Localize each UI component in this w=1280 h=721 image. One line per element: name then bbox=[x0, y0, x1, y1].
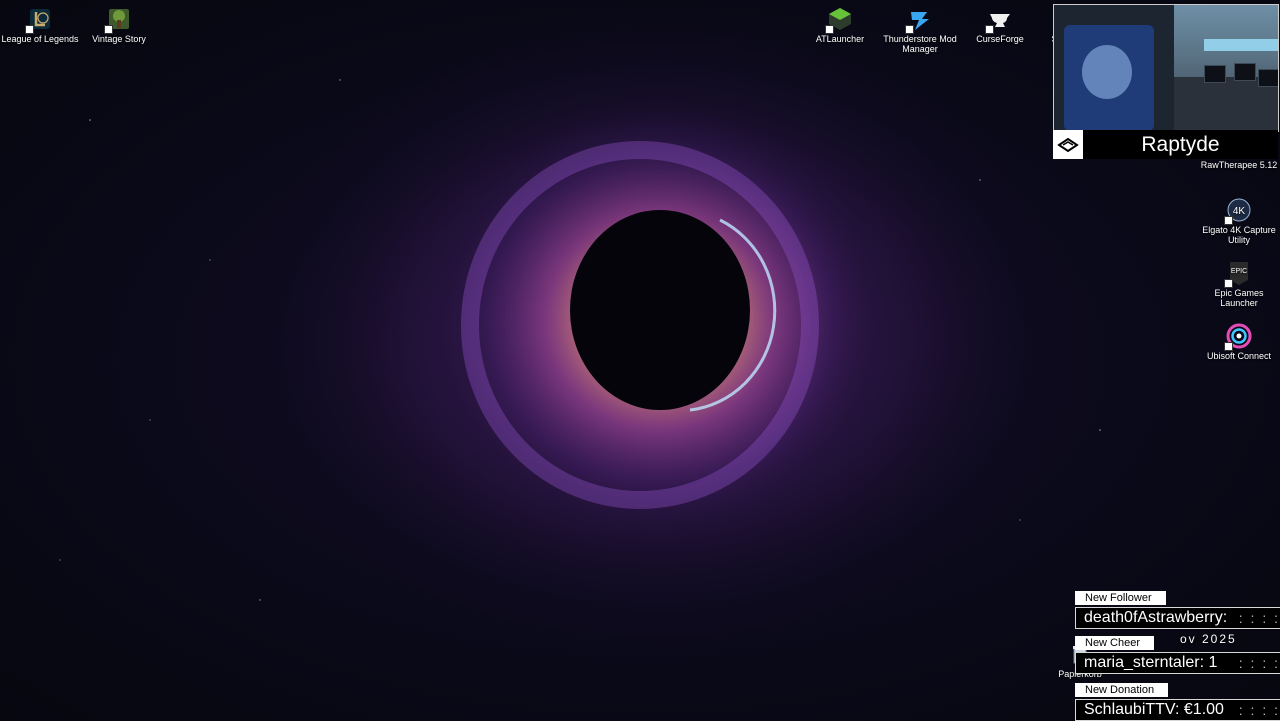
alert-box: death0fAstrawberry: : : : : bbox=[1075, 607, 1280, 629]
alert-new-donation: New Donation SchlaubiTTV: €1.00 : : : : bbox=[1075, 680, 1280, 721]
svg-text:EPIC: EPIC bbox=[1231, 268, 1247, 275]
streamer-logo-icon bbox=[1053, 130, 1083, 159]
desktop-icon-thunderstore[interactable]: Thunderstore Mod Manager bbox=[880, 2, 960, 54]
desktop-icon-league-of-legends[interactable]: League of Legends bbox=[0, 2, 80, 44]
icon-label: CurseForge bbox=[976, 34, 1024, 44]
desktop-icon-elgato-4k[interactable]: 4K Elgato 4K Capture Utility bbox=[1199, 193, 1279, 245]
epic-games-icon: EPIC bbox=[1224, 260, 1252, 288]
alert-box: maria_sterntaler: 1 : : : : bbox=[1075, 652, 1280, 674]
icon-label: RawTherapee 5.12 bbox=[1200, 160, 1278, 170]
desktop-icon-atlauncher[interactable]: ATLauncher bbox=[800, 2, 880, 44]
alert-text: maria_sterntaler: 1 bbox=[1084, 654, 1218, 671]
alert-box: SchlaubiTTV: €1.00 : : : : bbox=[1075, 699, 1280, 721]
alert-tag: New Donation bbox=[1075, 683, 1169, 697]
icon-label: Epic Games Launcher bbox=[1214, 288, 1264, 308]
vintage-story-icon bbox=[104, 6, 132, 34]
icon-label: Vintage Story bbox=[92, 34, 146, 44]
streamer-nameplate: Raptyde bbox=[1053, 130, 1278, 159]
alert-dots: : : : : bbox=[1238, 610, 1280, 626]
icon-label: Thunderstore Mod Manager bbox=[883, 34, 957, 54]
streamer-name: Raptyde bbox=[1141, 132, 1220, 156]
icon-label: ATLauncher bbox=[815, 34, 865, 44]
thunderstore-icon bbox=[905, 6, 933, 34]
ubisoft-connect-icon bbox=[1224, 323, 1252, 351]
icon-label: Ubisoft Connect bbox=[1206, 351, 1272, 361]
alert-text: death0fAstrawberry: bbox=[1084, 609, 1228, 626]
curseforge-icon bbox=[985, 6, 1013, 34]
alert-dots: : : : : bbox=[1238, 655, 1280, 671]
desktop-icon-vintage-story[interactable]: Vintage Story bbox=[79, 2, 159, 44]
icon-label: League of Legends bbox=[1, 34, 79, 44]
desktop-icon-rawtherapee[interactable]: RawTherapee 5.12 bbox=[1199, 160, 1279, 170]
alert-tag: New Follower bbox=[1075, 591, 1166, 605]
alert-new-cheer: New Cheer maria_sterntaler: 1 : : : : bbox=[1075, 633, 1280, 674]
desktop[interactable]: League of Legends Vintage Story ATLaunch… bbox=[0, 0, 1280, 721]
webcam-feed bbox=[1053, 4, 1279, 132]
icon-label: Elgato 4K Capture Utility bbox=[1202, 225, 1276, 245]
alert-tag: New Cheer bbox=[1075, 636, 1155, 650]
desktop-icon-ubisoft-connect[interactable]: Ubisoft Connect bbox=[1199, 319, 1279, 361]
league-of-legends-icon bbox=[25, 6, 53, 34]
alert-new-follower: New Follower death0fAstrawberry: : : : : bbox=[1075, 588, 1280, 629]
alert-dots: : : : : bbox=[1238, 702, 1280, 718]
desktop-icon-epic-games[interactable]: EPIC Epic Games Launcher bbox=[1199, 256, 1279, 308]
alert-text: SchlaubiTTV: €1.00 bbox=[1084, 701, 1224, 718]
svg-text:4K: 4K bbox=[1233, 206, 1246, 217]
atlauncher-icon bbox=[825, 6, 853, 34]
elgato-4k-icon: 4K bbox=[1224, 197, 1252, 225]
